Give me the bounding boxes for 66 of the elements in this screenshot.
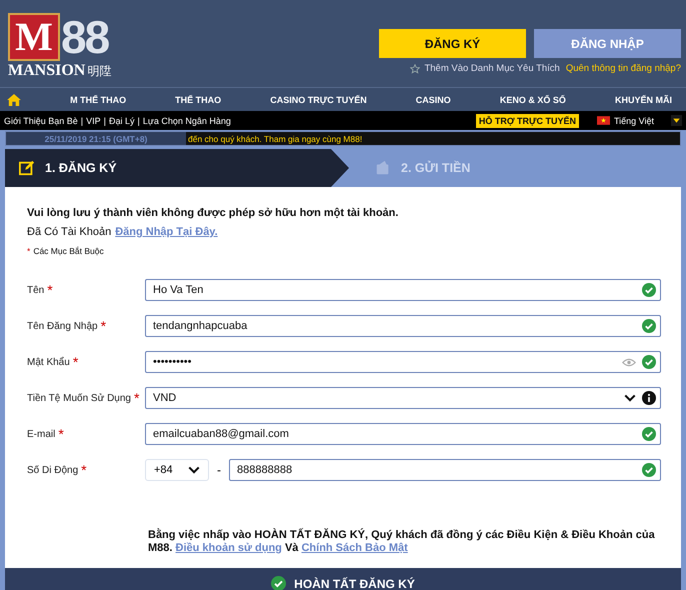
favorite-link[interactable]: Thêm Vào Danh Mục Yêu Thích [424,63,560,74]
account-text: Đã Có Tài Khoản [27,226,112,238]
sub-link[interactable]: VIP [86,116,101,126]
field-label: Số Di Động [27,464,78,476]
required-mark: * [27,246,30,256]
text-field[interactable]: Ho Va Ten [145,279,661,301]
phone-field[interactable]: 888888888 [229,459,661,481]
edit-icon [19,160,35,176]
info-icon[interactable] [642,391,656,405]
field-label: Tên Đăng Nhập [27,320,98,332]
required-mark: * [58,427,64,441]
required-note: Các Mục Bắt Buộc [33,246,104,256]
text-field[interactable]: emailcuaban88@gmail.com [145,423,661,445]
sub-link[interactable]: Đại Lý [108,116,134,126]
separator: | [80,116,84,126]
sub-link[interactable]: Giới Thiệu Bạn Bè [4,116,78,126]
ticker-message: đến cho quý khách. Tham gia ngay cùng M88! [186,132,680,145]
nav-item[interactable]: M THỂ THAO [70,94,126,104]
chevron-down-icon [624,394,636,402]
required-mark: * [47,283,53,297]
password-field[interactable]: •••••••••• [145,351,661,373]
currency-select[interactable]: VND [145,387,661,409]
step-label: 1. ĐĂNG KÝ [45,161,117,175]
logo-number: 88 [61,15,108,59]
text-field[interactable]: tendangnhapcuaba [145,315,661,337]
separator: | [138,116,140,126]
wallet-icon [375,160,391,176]
privacy-link[interactable]: Chính Sách Bảo Mật [301,542,408,554]
required-mark: * [72,355,78,369]
nav-item[interactable]: CASINO TRỰC TUYẾN [270,94,367,104]
nav-item[interactable]: KENO & XỔ SỐ [500,94,566,104]
complete-registration-button[interactable]: HOÀN TẤT ĐĂNG KÝ [5,568,681,590]
sub-link[interactable]: Lựa Chọn Ngân Hàng [142,116,231,126]
country-code-select[interactable]: +84 [145,459,209,481]
register-button[interactable]: ĐĂNG KÝ [379,29,526,58]
nav-item[interactable]: CASINO [416,94,451,104]
field-label: E-mail [27,428,56,440]
required-mark: * [81,463,87,477]
dropdown-icon[interactable] [671,115,682,126]
nav-item[interactable]: THỂ THAO [175,94,222,104]
nav-item[interactable]: KHUYẾN MÃI [614,94,672,104]
field-label: Tiền Tệ Muốn Sử Dụng [27,392,131,404]
home-icon[interactable] [7,94,21,106]
login-here-link[interactable]: Đăng Nhập Tại Đây. [115,226,218,238]
required-mark: * [134,391,140,405]
terms-text: Bằng việc nhấp vào HOÀN TẤT ĐĂNG KÝ, Quý khách đã đồng ý các Điều Kiện & Điều Khoản của M88. Điều khoản sử dụng Và Chính Sách Bảo Mật [148,529,656,554]
chevron-down-icon [188,466,200,474]
language-select[interactable]: Tiếng Việt [597,116,657,126]
notice-text: Vui lòng lưu ý thành viên không được phép sở hữu hơn một tài khoản. [27,207,400,219]
dash: - [217,463,221,477]
field-label: Mật Khẩu [27,356,70,368]
terms-link[interactable]: Điều khoản sử dụng [176,542,282,554]
required-mark: * [100,319,106,333]
separator: | [104,116,106,126]
logo-chinese: 明陞 [87,63,112,80]
ticker-time: 25/11/2019 21:15 (GMT+8) [44,134,148,144]
logo-brand: MANSION [8,62,86,80]
check-icon [271,576,286,590]
field-label: Tên [27,284,44,296]
live-support-link[interactable]: HỖ TRỢ TRỰC TUYẾN [476,114,579,128]
logo-letter: M [8,13,60,61]
logo[interactable]: M 88 MANSION 明陞 [8,0,112,87]
step-label: 2. GỬI TIỀN [401,161,470,175]
flag-icon [597,116,610,125]
star-icon [410,64,420,74]
forgot-login-link[interactable]: Quên thông tin đăng nhập? [566,63,681,74]
